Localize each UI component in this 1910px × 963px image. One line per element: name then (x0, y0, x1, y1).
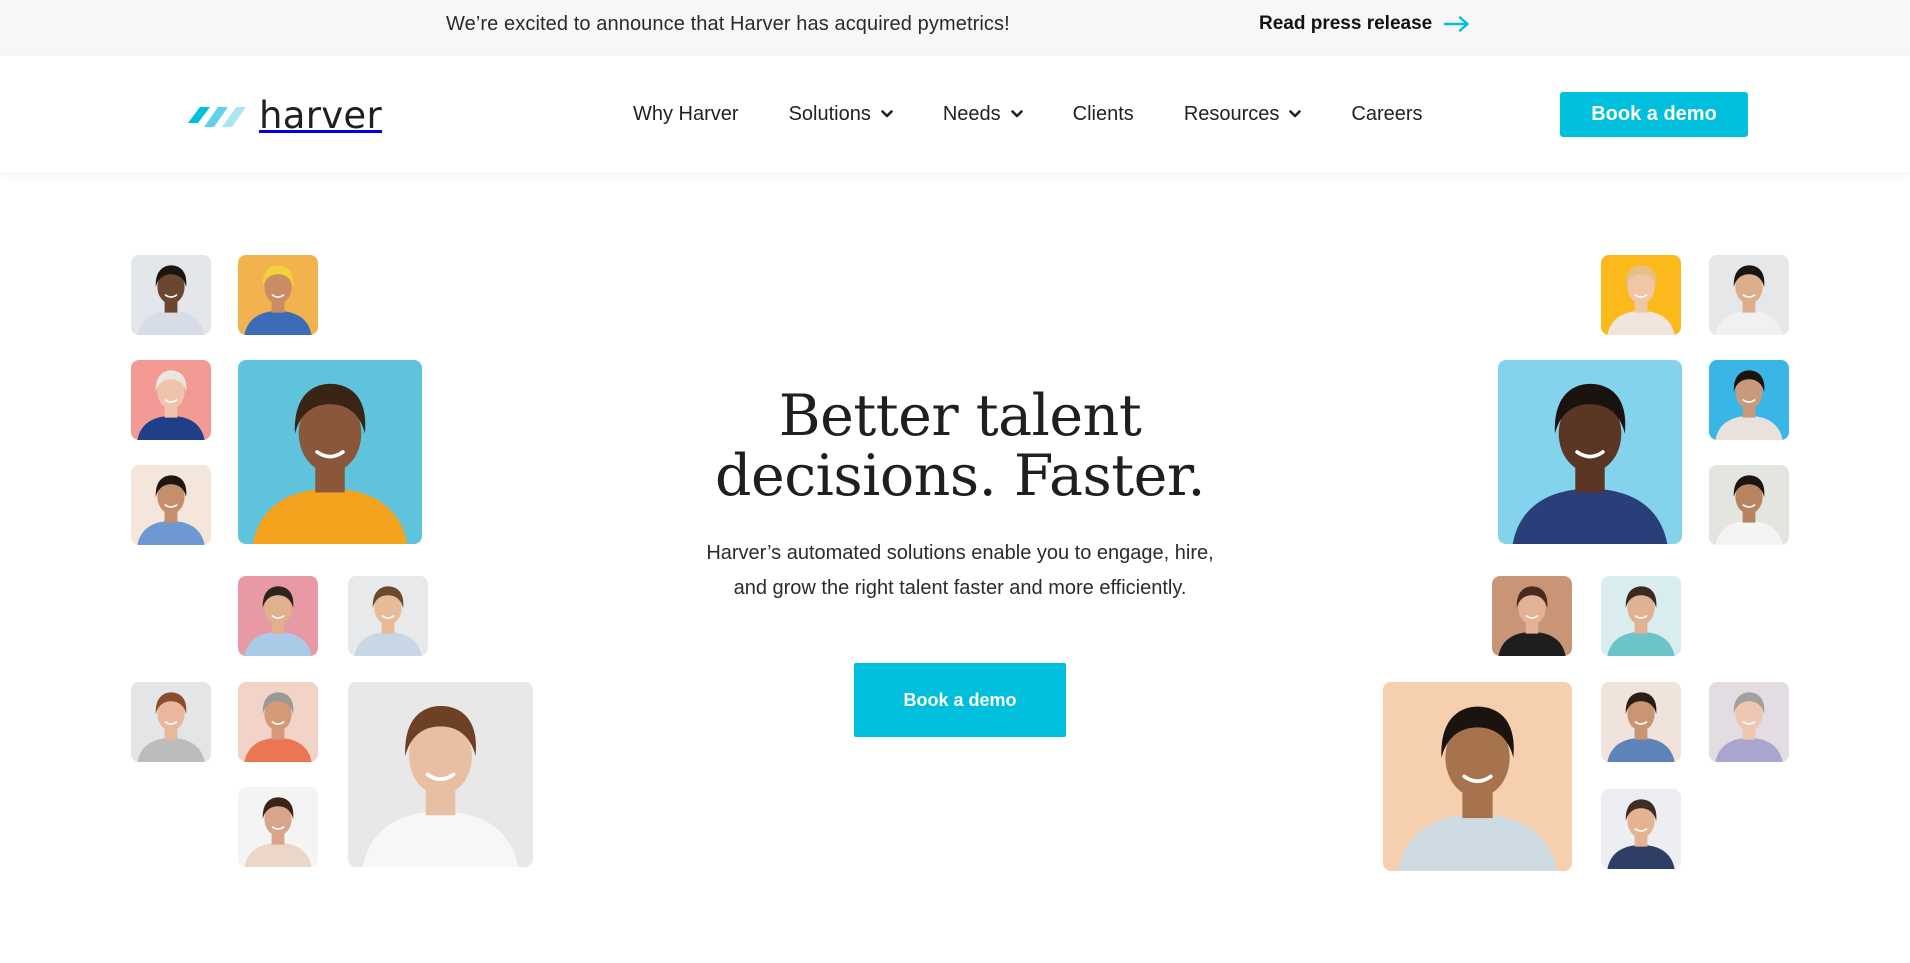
portrait-photo-left-2 (238, 255, 318, 335)
nav-item-label: Careers (1351, 102, 1423, 125)
portrait-photo-right-8 (1383, 682, 1572, 871)
portrait-photo-left-4 (238, 360, 422, 544)
read-press-release-link[interactable]: Read press release (1259, 0, 1470, 48)
chevron-down-icon (1010, 110, 1023, 118)
hero-subtitle: Harver’s automated solutions enable you … (660, 536, 1260, 606)
portrait-photo-left-3 (131, 360, 211, 440)
nav-item-label: Resources (1183, 102, 1280, 125)
nav-item-label: Needs (942, 102, 1001, 125)
nav-item-solutions[interactable]: Solutions (789, 103, 893, 126)
nav-item-label: Why Harver (633, 102, 739, 125)
hero-title: Better talent decisions. Faster. (655, 386, 1265, 506)
portrait-photo-right-4 (1709, 360, 1789, 440)
portrait-photo-right-2 (1709, 255, 1789, 335)
portrait-photo-right-5 (1709, 465, 1789, 545)
portrait-photo-left-11 (238, 787, 318, 867)
portrait-photo-right-6 (1492, 576, 1572, 656)
portrait-photo-right-7 (1601, 576, 1681, 656)
nav-item-clients[interactable]: Clients (1073, 103, 1134, 126)
nav-item-resources[interactable]: Resources (1184, 103, 1302, 126)
book-demo-header-button[interactable]: Book a demo (1560, 92, 1748, 137)
announcement-bar: We’re excited to announce that Harver ha… (0, 0, 1910, 56)
portrait-photo-left-10 (348, 682, 533, 867)
hero-subtitle-line-1: Harver’s automated solutions enable you … (706, 542, 1214, 564)
harver-logo-mark-icon (188, 107, 246, 127)
portrait-photo-left-8 (131, 682, 211, 762)
main-header: harver Why Harver Solutions Needs Client… (0, 56, 1910, 172)
book-demo-hero-button[interactable]: Book a demo (854, 663, 1066, 737)
hero-title-line-1: Better talent (778, 383, 1142, 449)
chevron-down-icon (1289, 110, 1302, 118)
portrait-photo-right-11 (1601, 789, 1681, 869)
nav-item-why-harver[interactable]: Why Harver (633, 103, 739, 126)
hero-title-line-2: decisions. Faster. (714, 443, 1206, 509)
hero-section: Better talent decisions. Faster. Harver’… (0, 172, 1910, 963)
chevron-down-icon (881, 110, 893, 118)
nav-item-careers[interactable]: Careers (1351, 103, 1422, 126)
portrait-photo-right-10 (1709, 682, 1789, 762)
portrait-photo-right-9 (1601, 682, 1681, 762)
arrow-right-icon (1444, 16, 1469, 32)
nav-item-label: Solutions (788, 102, 871, 125)
portrait-photo-left-6 (238, 576, 318, 656)
nav-item-needs[interactable]: Needs (943, 103, 1023, 126)
hero-subtitle-line-2: and grow the right talent faster and mor… (733, 577, 1187, 599)
portrait-photo-left-1 (131, 255, 211, 335)
announcement-message: We’re excited to announce that Harver ha… (446, 13, 1010, 35)
portrait-photo-right-3 (1498, 360, 1682, 544)
portrait-photo-left-5 (131, 465, 211, 545)
nav-item-label: Clients (1072, 102, 1134, 125)
primary-nav: Why Harver Solutions Needs Clients Resou… (633, 56, 1473, 172)
portrait-photo-left-9 (238, 682, 318, 762)
portrait-photo-right-1 (1601, 255, 1681, 335)
portrait-photo-left-7 (348, 576, 428, 656)
logo-wordmark: harver (259, 94, 383, 137)
read-press-release-label: Read press release (1259, 13, 1433, 34)
harver-logo[interactable]: harver (188, 96, 382, 136)
